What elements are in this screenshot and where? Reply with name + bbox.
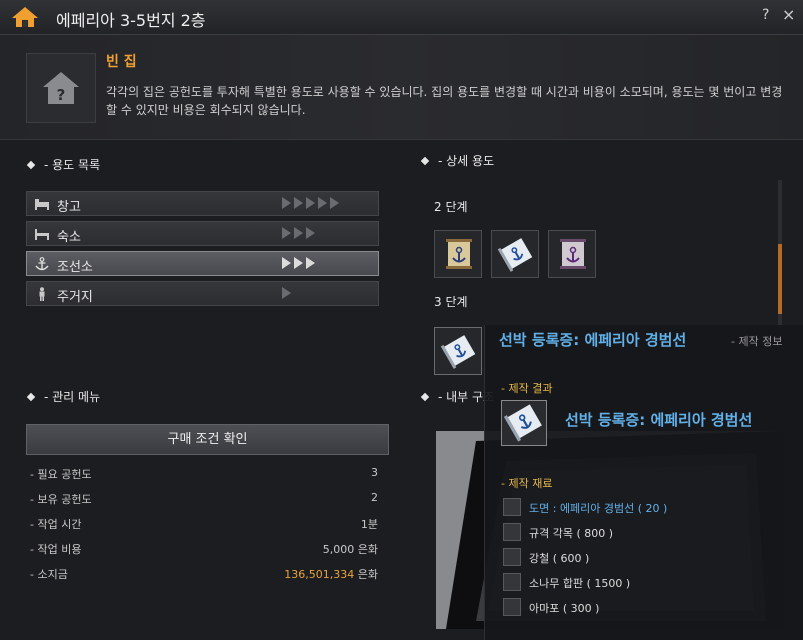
ship-license-slot[interactable] xyxy=(548,230,596,278)
money-amount: 136,501,334 xyxy=(284,568,355,581)
level-arrows xyxy=(282,257,318,271)
use-item-label: 주거지 xyxy=(57,290,93,305)
help-button[interactable]: ? xyxy=(762,7,769,23)
stat-work-time: - 작업 시간 1분 xyxy=(30,518,378,531)
house-status-title: 빈 집 xyxy=(106,54,137,70)
stage-3-label: 3 단계 xyxy=(434,295,468,309)
lumber-icon xyxy=(503,523,521,541)
use-item-shipyard[interactable]: 조선소 xyxy=(26,251,379,276)
diamond-icon xyxy=(420,392,430,401)
tooltip-title: 선박 등록증: 에페리아 경범선 xyxy=(499,331,687,349)
use-list-header: - 용도 목록 xyxy=(26,156,100,173)
craft-result-header: - 제작 결과 xyxy=(501,382,553,395)
plywood-icon xyxy=(503,573,521,591)
detail-scrollbar-thumb[interactable] xyxy=(778,244,782,314)
use-item-label: 숙소 xyxy=(57,230,81,245)
craft-info-label: - 제작 정보 xyxy=(731,335,783,348)
house-question-icon: ? xyxy=(26,53,96,123)
use-item-label: 조선소 xyxy=(57,260,93,275)
ship-license-slot[interactable] xyxy=(491,230,539,278)
craft-materials-header: - 제작 재료 xyxy=(501,477,553,490)
level-arrows xyxy=(282,197,342,211)
linen-icon xyxy=(503,598,521,616)
stat-required-contribution: - 필요 공헌도 3 xyxy=(30,466,378,481)
stage-2-label: 2 단계 xyxy=(434,200,468,214)
home-icon[interactable] xyxy=(10,5,40,29)
bed-icon xyxy=(34,227,50,241)
stat-money: - 소지금 136,501,334 은화 xyxy=(30,568,378,581)
anchor-icon xyxy=(34,257,50,271)
detail-use-header: - 상세 용도 xyxy=(420,152,494,169)
use-item-lodging[interactable]: 숙소 xyxy=(26,221,379,246)
svg-text:?: ? xyxy=(57,86,66,104)
ship-license-icon xyxy=(501,400,547,446)
stat-owned-contribution: - 보유 공헌도 2 xyxy=(30,491,378,506)
title-bar: 에페리아 3-5번지 2층 ? × xyxy=(0,0,803,35)
diamond-icon xyxy=(420,156,430,165)
close-button[interactable]: × xyxy=(782,5,795,24)
house-description: 각각의 집은 공헌도를 투자해 특별한 용도로 사용할 수 있습니다. 집의 용… xyxy=(106,85,783,117)
window-title: 에페리아 3-5번지 2층 xyxy=(56,11,206,30)
level-arrows xyxy=(282,227,318,241)
ship-license-slot[interactable] xyxy=(434,230,482,278)
purchase-conditions-button[interactable]: 구매 조건 확인 xyxy=(26,424,389,455)
use-item-label: 창고 xyxy=(57,200,81,215)
ship-license-slot[interactable] xyxy=(434,327,482,375)
craft-tooltip: 선박 등록증: 에페리아 경범선 - 제작 정보 - 제작 결과 선박 등록증:… xyxy=(484,325,803,640)
stat-work-cost: - 작업 비용 5,000 은화 xyxy=(30,543,378,556)
house-info-panel: ? 빈 집 각각의 집은 공헌도를 투자해 특별한 용도로 사용할 수 있습니다… xyxy=(0,35,803,140)
diamond-icon xyxy=(26,160,36,169)
craft-result-name: 선박 등록증: 에페리아 경범선 xyxy=(565,411,753,429)
use-item-storage[interactable]: 창고 xyxy=(26,191,379,216)
bed-icon xyxy=(34,197,50,211)
blueprint-icon xyxy=(503,498,521,516)
diamond-icon xyxy=(26,392,36,401)
person-icon xyxy=(34,287,50,301)
use-item-residence[interactable]: 주거지 xyxy=(26,281,379,306)
steel-icon xyxy=(503,548,521,566)
manage-menu-header: - 관리 메뉴 xyxy=(26,388,100,405)
level-arrows xyxy=(282,287,294,301)
